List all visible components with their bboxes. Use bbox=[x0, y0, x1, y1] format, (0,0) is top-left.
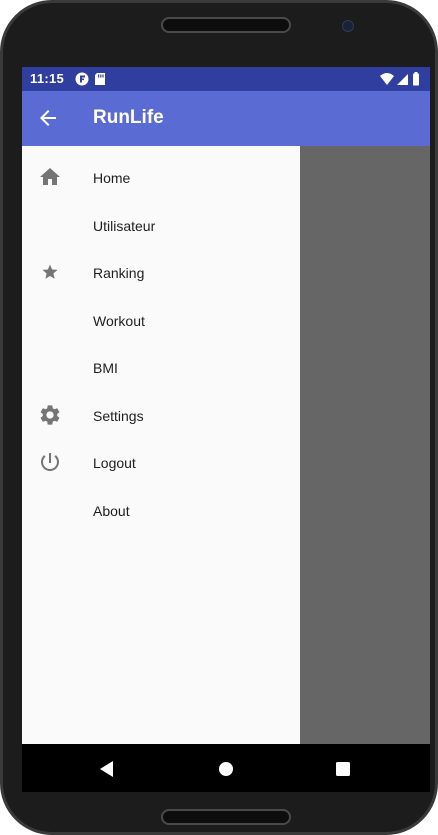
menu-item-ranking[interactable]: Ranking bbox=[22, 249, 300, 296]
navigation-drawer: Home Utilisateur Ranking Workout BMI Set… bbox=[22, 146, 300, 744]
power-icon bbox=[41, 453, 59, 471]
back-arrow-button[interactable] bbox=[36, 106, 60, 130]
top-speaker bbox=[161, 17, 291, 33]
menu-item-workout[interactable]: Workout bbox=[22, 297, 300, 344]
recents-square-icon[interactable] bbox=[336, 762, 350, 776]
phone-frame: 11:15 RunLife Home Utilisateur Ranking W… bbox=[0, 0, 438, 835]
home-circle-icon[interactable] bbox=[218, 761, 234, 777]
menu-label-settings: Settings bbox=[93, 408, 144, 424]
menu-item-about[interactable]: About bbox=[22, 487, 300, 534]
menu-label-workout: Workout bbox=[93, 313, 145, 329]
app-title: RunLife bbox=[93, 107, 164, 128]
status-bar: 11:15 bbox=[22, 67, 430, 91]
menu-label-home: Home bbox=[93, 170, 131, 186]
menu-item-settings[interactable]: Settings bbox=[22, 392, 300, 439]
gear-icon bbox=[40, 405, 60, 425]
battery-icon bbox=[413, 72, 419, 86]
sd-card-icon bbox=[95, 73, 105, 85]
status-time: 11:15 bbox=[30, 71, 65, 86]
menu-label-bmi: BMI bbox=[93, 360, 118, 376]
bottom-speaker bbox=[161, 809, 291, 825]
app-bar: RunLife bbox=[22, 91, 430, 146]
drawer-scrim[interactable] bbox=[300, 146, 430, 744]
device-screen: 11:15 RunLife Home Utilisateur Ranking W… bbox=[22, 67, 430, 792]
arrow-back-icon bbox=[40, 110, 56, 126]
home-icon bbox=[40, 168, 60, 185]
star-icon bbox=[42, 264, 58, 279]
menu-item-bmi[interactable]: BMI bbox=[22, 344, 300, 391]
app-notification-icon bbox=[75, 72, 89, 86]
menu-label-utilisateur: Utilisateur bbox=[93, 218, 156, 234]
menu-label-logout: Logout bbox=[93, 455, 136, 471]
back-triangle-icon[interactable] bbox=[99, 760, 115, 778]
menu-item-logout[interactable]: Logout bbox=[22, 439, 300, 486]
wifi-icon bbox=[380, 73, 394, 85]
menu-label-about: About bbox=[93, 503, 130, 519]
system-nav-bar bbox=[22, 744, 430, 792]
menu-item-utilisateur[interactable]: Utilisateur bbox=[22, 202, 300, 249]
status-right-icons bbox=[380, 72, 424, 91]
status-left-icons bbox=[75, 72, 109, 91]
menu-label-ranking: Ranking bbox=[93, 265, 145, 281]
signal-icon bbox=[397, 74, 408, 85]
front-camera bbox=[342, 20, 354, 32]
menu-item-home[interactable]: Home bbox=[22, 154, 300, 201]
